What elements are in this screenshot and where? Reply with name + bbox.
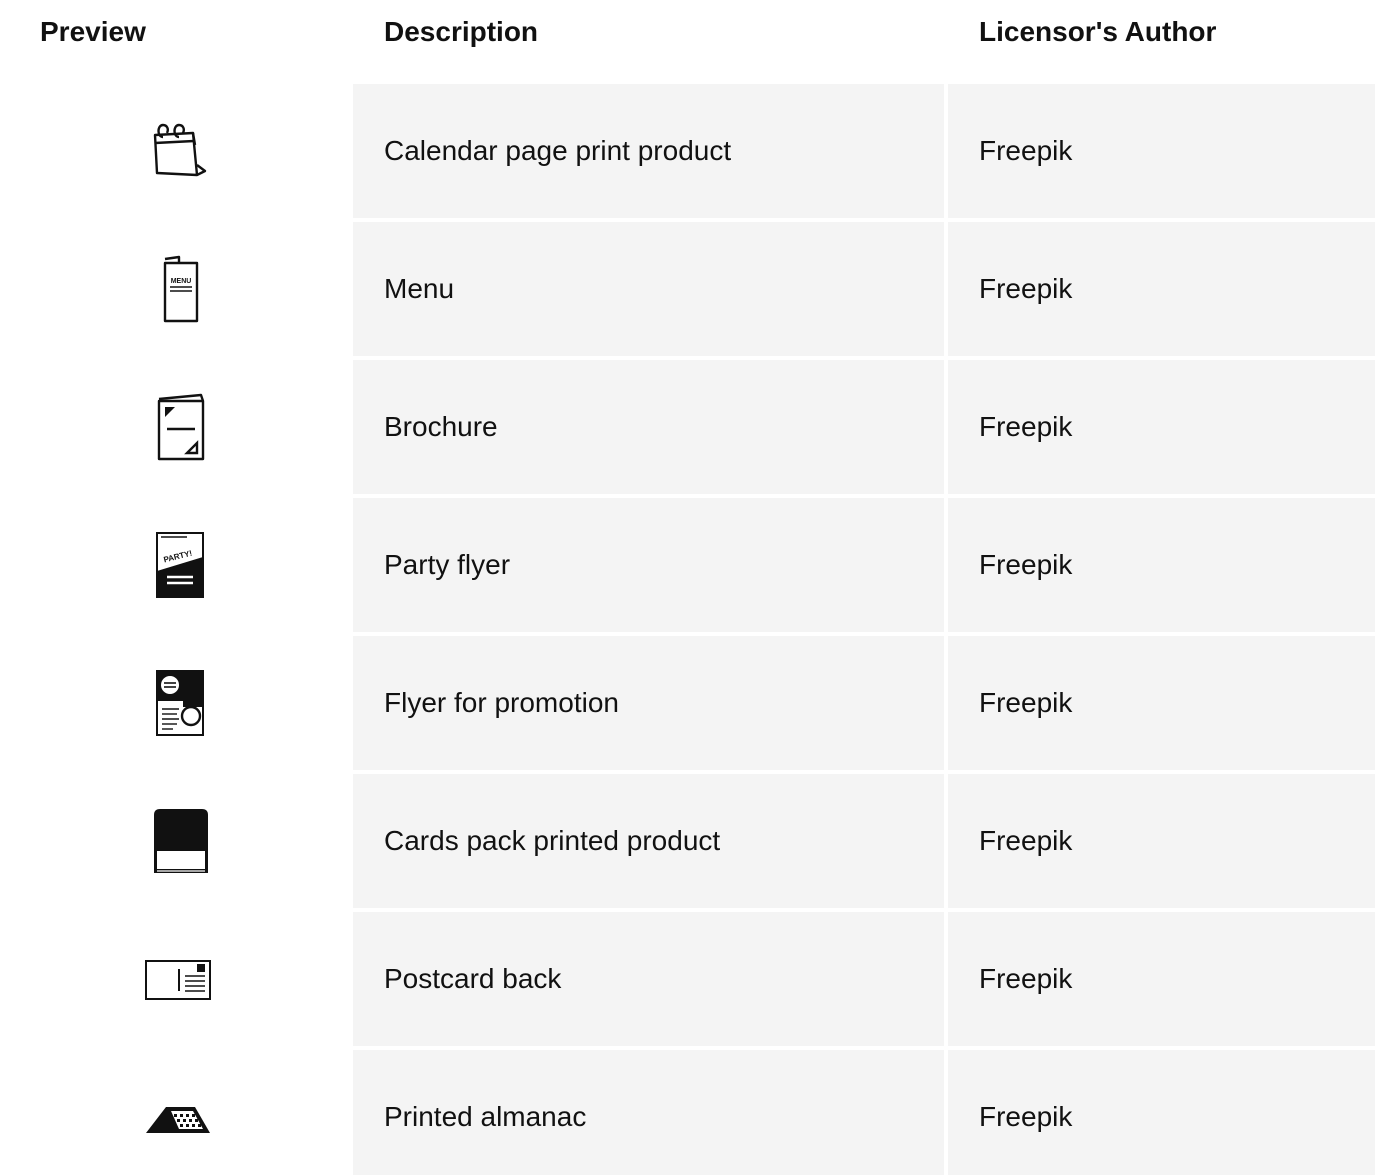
promotion-flyer-icon bbox=[143, 667, 215, 739]
preview-cell bbox=[0, 774, 352, 908]
cards-pack-icon bbox=[143, 805, 215, 877]
table-row: MENU Menu Freepik bbox=[0, 222, 1375, 360]
author-cell: Freepik bbox=[948, 1050, 1375, 1175]
preview-cell: MENU bbox=[0, 222, 352, 356]
calendar-page-icon bbox=[143, 115, 215, 187]
author-cell: Freepik bbox=[948, 774, 1375, 908]
table-row: Cards pack printed product Freepik bbox=[0, 774, 1375, 912]
author-cell: Freepik bbox=[948, 222, 1375, 356]
description-cell: Printed almanac bbox=[353, 1050, 944, 1175]
preview-cell bbox=[0, 912, 352, 1046]
header-preview: Preview bbox=[40, 16, 146, 47]
description-cell: Party flyer bbox=[353, 498, 944, 632]
author-cell: Freepik bbox=[948, 84, 1375, 218]
header-author: Licensor's Author bbox=[979, 16, 1217, 47]
description-cell: Flyer for promotion bbox=[353, 636, 944, 770]
almanac-icon bbox=[143, 1081, 215, 1153]
party-flyer-icon: PARTY! bbox=[143, 529, 215, 601]
description-cell: Postcard back bbox=[353, 912, 944, 1046]
svg-text:MENU: MENU bbox=[171, 278, 192, 285]
licenses-table: Preview Description Licensor's Author Ca… bbox=[0, 0, 1375, 1175]
menu-icon: MENU bbox=[143, 253, 215, 325]
table-header: Preview Description Licensor's Author bbox=[0, 0, 1375, 64]
description-cell: Calendar page print product bbox=[353, 84, 944, 218]
table-row: PARTY! Party flyer Freepik bbox=[0, 498, 1375, 636]
table-row: Flyer for promotion Freepik bbox=[0, 636, 1375, 774]
postcard-back-icon bbox=[143, 943, 215, 1015]
description-cell: Brochure bbox=[353, 360, 944, 494]
preview-cell bbox=[0, 1050, 352, 1175]
author-cell: Freepik bbox=[948, 498, 1375, 632]
author-cell: Freepik bbox=[948, 912, 1375, 1046]
header-description: Description bbox=[384, 16, 539, 47]
description-cell: Menu bbox=[353, 222, 944, 356]
author-cell: Freepik bbox=[948, 636, 1375, 770]
preview-cell bbox=[0, 360, 352, 494]
table-row: Printed almanac Freepik bbox=[0, 1050, 1375, 1175]
table-row: Calendar page print product Freepik bbox=[0, 84, 1375, 222]
table-row: Postcard back Freepik bbox=[0, 912, 1375, 1050]
preview-cell bbox=[0, 636, 352, 770]
table-body: Calendar page print product Freepik MENU bbox=[0, 84, 1375, 1175]
author-cell: Freepik bbox=[948, 360, 1375, 494]
preview-cell: PARTY! bbox=[0, 498, 352, 632]
brochure-icon bbox=[143, 391, 215, 463]
preview-cell bbox=[0, 84, 352, 218]
table-row: Brochure Freepik bbox=[0, 360, 1375, 498]
description-cell: Cards pack printed product bbox=[353, 774, 944, 908]
